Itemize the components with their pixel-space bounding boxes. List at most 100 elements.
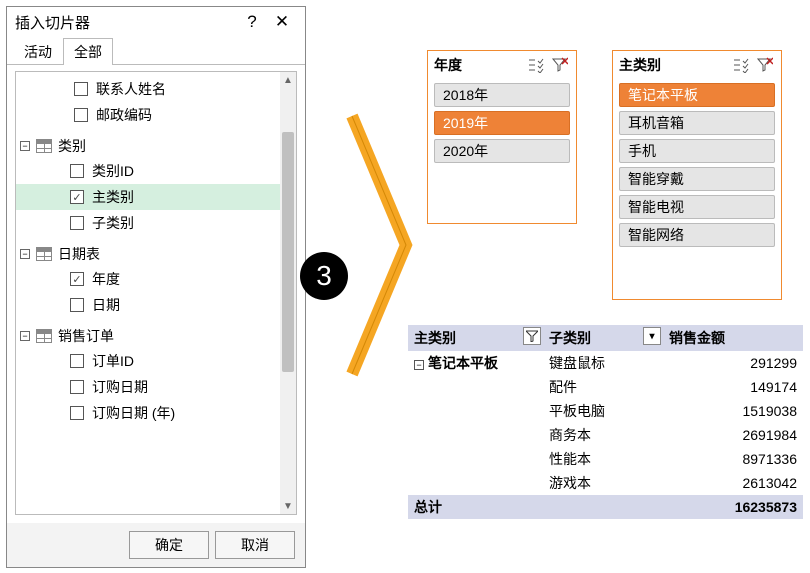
pivot-data-row: 商务本2691984 (408, 423, 803, 447)
tab-all[interactable]: 全部 (63, 38, 113, 65)
slicer-title: 主类别 (619, 55, 727, 75)
checkbox-unchecked-icon[interactable] (70, 164, 84, 178)
checkbox-unchecked-icon[interactable] (70, 354, 84, 368)
pivot-subcat-value: 键盘鼠标 (543, 351, 663, 375)
group-label: 类别 (58, 136, 86, 156)
pivot-header-subcat[interactable]: 子类别 ▾ (543, 325, 663, 351)
slicer-item[interactable]: 智能网络 (619, 223, 775, 247)
slicer-item[interactable]: 2018年 (434, 83, 570, 107)
dialog-title: 插入切片器 (15, 12, 237, 33)
field-row[interactable]: 日期 (16, 292, 280, 318)
pivot-data-row: 配件149174 (408, 375, 803, 399)
ok-button[interactable]: 确定 (129, 531, 209, 559)
pivot-subcat-value: 性能本 (543, 447, 663, 471)
checkbox-unchecked-icon[interactable] (70, 298, 84, 312)
group-label: 日期表 (58, 244, 100, 264)
pivot-amount-value: 149174 (663, 375, 803, 399)
pivot-data-row: −笔记本平板 键盘鼠标 291299 (408, 351, 803, 375)
slicer-item[interactable]: 2020年 (434, 139, 570, 163)
checkbox-unchecked-icon[interactable] (74, 82, 88, 96)
slicer-title: 年度 (434, 55, 522, 75)
field-row[interactable]: 类别ID (16, 158, 280, 184)
field-row[interactable]: 联系人姓名 (16, 76, 280, 102)
field-list-pane: 联系人姓名 邮政编码 − 类别 类别ID 主类别 (15, 71, 297, 515)
pivot-subcat-value: 游戏本 (543, 471, 663, 495)
pivot-total-row: 总计 16235873 (408, 495, 803, 519)
pivot-row-label[interactable]: −笔记本平板 (408, 351, 543, 375)
clear-filter-icon[interactable] (755, 55, 775, 75)
group-header[interactable]: − 销售订单 (16, 324, 280, 348)
pivot-header-label: 子类别 (549, 330, 591, 346)
multi-select-icon[interactable] (526, 55, 546, 75)
field-label: 联系人姓名 (96, 79, 166, 99)
pivot-amount-value: 2613042 (663, 471, 803, 495)
arrow-right-icon (346, 110, 416, 380)
multi-select-icon[interactable] (731, 55, 751, 75)
field-label: 子类别 (92, 213, 134, 233)
field-row[interactable]: 邮政编码 (16, 102, 280, 128)
slicer-item[interactable]: 智能电视 (619, 195, 775, 219)
group-label: 销售订单 (58, 326, 114, 346)
field-row[interactable]: 订购日期 (年) (16, 400, 280, 426)
checkbox-unchecked-icon[interactable] (70, 216, 84, 230)
slicer-item[interactable]: 智能穿戴 (619, 167, 775, 191)
clear-filter-icon[interactable] (550, 55, 570, 75)
table-icon (36, 329, 52, 343)
pivot-amount-value: 291299 (663, 351, 803, 375)
minus-icon[interactable]: − (20, 249, 30, 259)
scroll-up-icon[interactable]: ▲ (280, 72, 296, 88)
minus-icon[interactable]: − (20, 331, 30, 341)
pivot-header-label: 销售金额 (669, 330, 725, 346)
tab-active[interactable]: 活动 (13, 38, 63, 65)
checkbox-unchecked-icon[interactable] (74, 108, 88, 122)
dialog-footer: 确定 取消 (7, 523, 305, 567)
slicer-item-selected[interactable]: 2019年 (434, 111, 570, 135)
slicer-year[interactable]: 年度 2018年 2019年 2020年 (427, 50, 577, 224)
vertical-scrollbar[interactable]: ▲ ▼ (280, 72, 296, 514)
checkbox-unchecked-icon[interactable] (70, 380, 84, 394)
checkbox-unchecked-icon[interactable] (70, 406, 84, 420)
checkbox-checked-icon[interactable] (70, 272, 84, 286)
pivot-header-maincat[interactable]: 主类别 (408, 325, 543, 351)
group-orders: − 销售订单 订单ID 订购日期 订购日期 (年) (16, 324, 280, 426)
slicer-header: 主类别 (613, 51, 781, 79)
pivot-maincat-value: 笔记本平板 (428, 355, 498, 371)
scroll-down-icon[interactable]: ▼ (280, 498, 296, 514)
filter-dropdown-icon[interactable] (523, 327, 541, 345)
dialog-tabs: 活动 全部 (7, 37, 305, 65)
field-label: 订单ID (92, 351, 134, 371)
dialog-title-bar: 插入切片器 ? ✕ (7, 7, 305, 37)
dropdown-icon[interactable]: ▾ (643, 327, 661, 345)
slicer-body: 笔记本平板 耳机音箱 手机 智能穿戴 智能电视 智能网络 (613, 79, 781, 299)
field-label: 日期 (92, 295, 120, 315)
collapse-icon[interactable]: − (414, 360, 424, 370)
group-category: − 类别 类别ID 主类别 子类别 (16, 134, 280, 236)
step-badge-3: 3 (300, 252, 348, 300)
insert-slicer-dialog: 插入切片器 ? ✕ 活动 全部 联系人姓名 邮政编码 − 类别 (6, 6, 306, 568)
slicer-item[interactable]: 耳机音箱 (619, 111, 775, 135)
help-button[interactable]: ? (237, 12, 267, 32)
field-row[interactable]: 订单ID (16, 348, 280, 374)
pivot-subcat-value: 配件 (543, 375, 663, 399)
group-datetable: − 日期表 年度 日期 (16, 242, 280, 318)
pivot-amount-value: 1519038 (663, 399, 803, 423)
field-row-selected[interactable]: 主类别 (16, 184, 280, 210)
group-header[interactable]: − 日期表 (16, 242, 280, 266)
field-row[interactable]: 订购日期 (16, 374, 280, 400)
slicer-item-selected[interactable]: 笔记本平板 (619, 83, 775, 107)
group-header[interactable]: − 类别 (16, 134, 280, 158)
close-button[interactable]: ✕ (267, 12, 297, 32)
slicer-item[interactable]: 手机 (619, 139, 775, 163)
minus-icon[interactable]: − (20, 141, 30, 151)
pivot-amount-value: 8971336 (663, 447, 803, 471)
scrollbar-thumb[interactable] (282, 132, 294, 372)
cancel-button[interactable]: 取消 (215, 531, 295, 559)
field-row[interactable]: 子类别 (16, 210, 280, 236)
pivot-header-label: 主类别 (414, 330, 456, 346)
table-icon (36, 247, 52, 261)
slicer-main-category[interactable]: 主类别 笔记本平板 耳机音箱 手机 智能穿戴 智能电视 智能网络 (612, 50, 782, 300)
checkbox-checked-icon[interactable] (70, 190, 84, 204)
field-row[interactable]: 年度 (16, 266, 280, 292)
pivot-data-row: 平板电脑1519038 (408, 399, 803, 423)
pivot-subcat-value: 商务本 (543, 423, 663, 447)
